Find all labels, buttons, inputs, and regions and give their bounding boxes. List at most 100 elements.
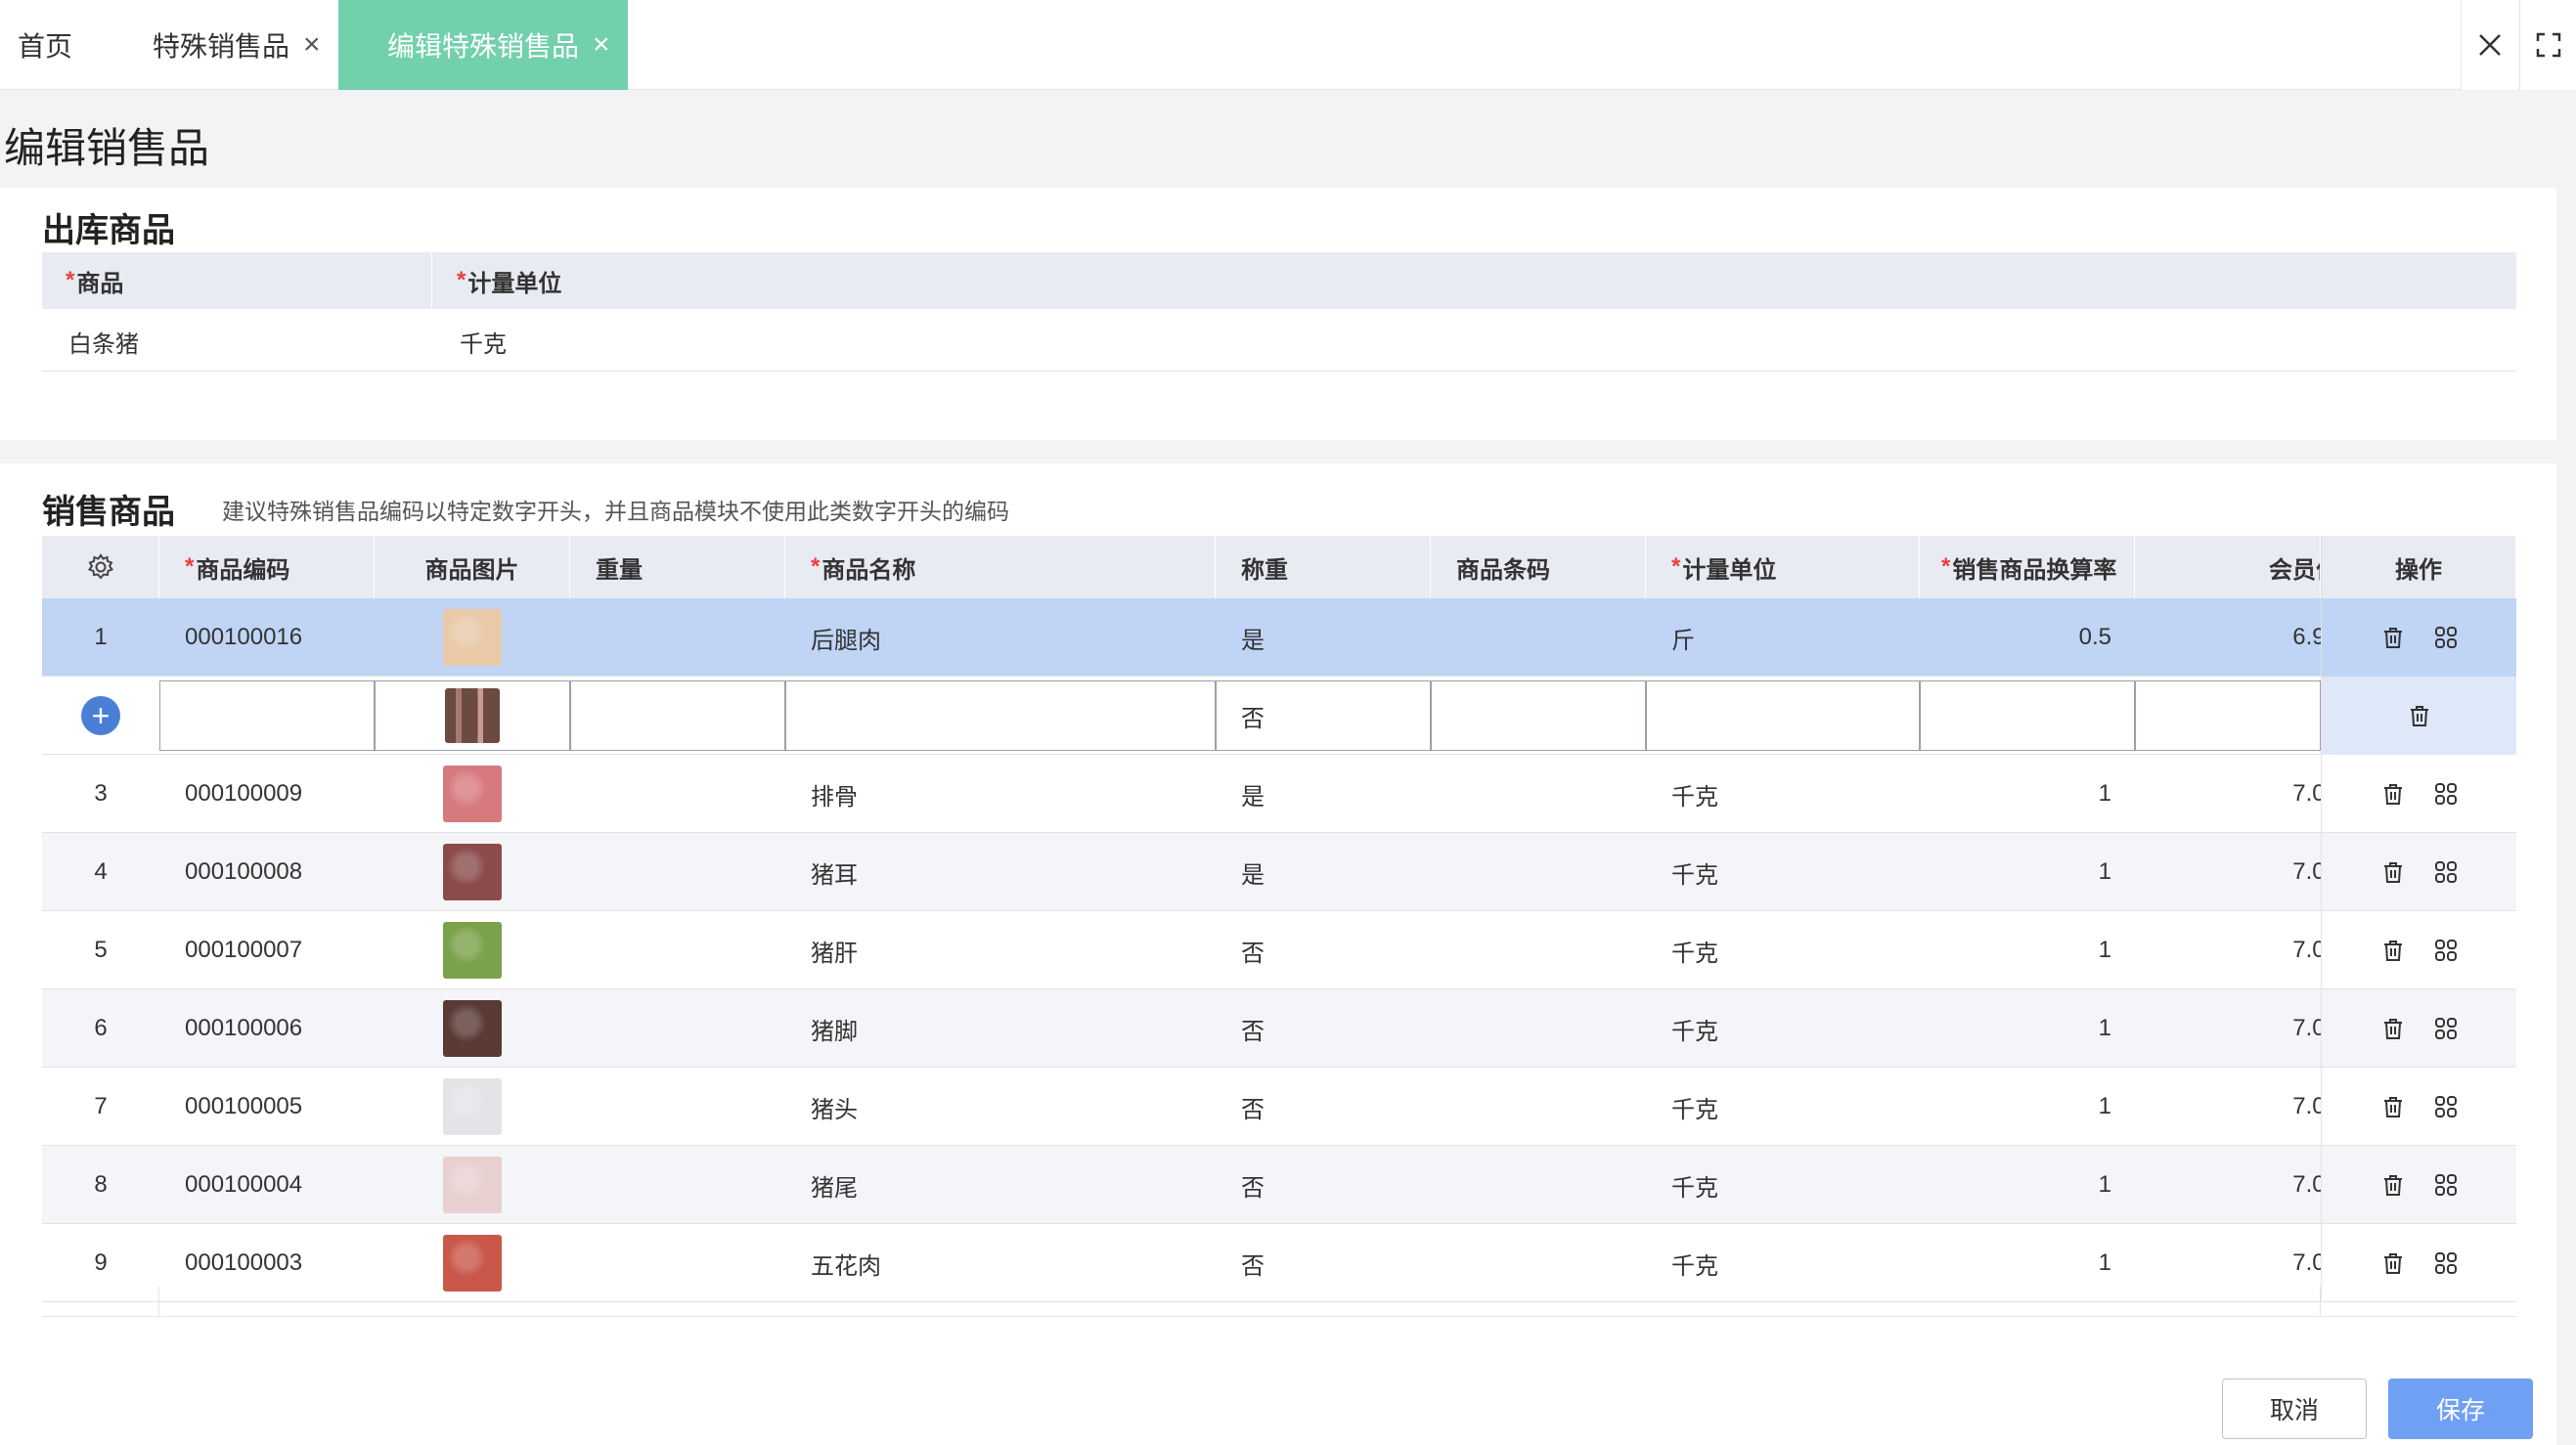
product-image[interactable] — [375, 1146, 570, 1224]
product-image[interactable] — [375, 911, 570, 989]
col-rate: * 销售商品换算率 — [1920, 536, 2135, 598]
col-name: * 商品名称 — [785, 536, 1216, 598]
table-row[interactable]: + 否 — [42, 677, 2516, 755]
fullscreen-icon — [2536, 32, 2560, 58]
edit-cell[interactable] — [785, 680, 1216, 751]
delete-button[interactable] — [2380, 781, 2406, 807]
more-button[interactable] — [2433, 1250, 2459, 1276]
unit-value: 斤 — [1671, 627, 1695, 654]
close-all-tabs-button[interactable] — [2461, 0, 2517, 90]
more-button[interactable] — [2433, 859, 2459, 885]
sales-hint: 建议特殊销售品编码以特定数字开头，并且商品模块不使用此类数字开头的编码 — [222, 499, 1009, 524]
outbound-product: 白条猪 — [68, 330, 139, 358]
delete-button[interactable] — [2380, 859, 2406, 885]
save-button[interactable]: 保存 — [2388, 1379, 2533, 1439]
product-image[interactable] — [375, 989, 570, 1068]
col-code: * 商品编码 — [159, 536, 375, 598]
edit-cell[interactable] — [2135, 680, 2321, 751]
table-row[interactable]: 9 000100003 五花肉 否 千克 1 7.00 — [42, 1224, 2516, 1302]
sales-table-header: * 商品编码 商品图片 重量 * 商品名称 称重 商品条码 * 计量单位 * 销售商品换… — [42, 536, 2516, 598]
weighing-value: 是 — [1241, 861, 1265, 889]
product-image[interactable] — [375, 677, 570, 755]
product-image[interactable] — [375, 1224, 570, 1302]
edit-cell[interactable] — [1431, 680, 1646, 751]
tab-special-sales-label: 特殊销售品 — [153, 31, 290, 62]
trash-icon — [2383, 784, 2402, 805]
tab-special-sales[interactable]: 特殊销售品 × — [153, 0, 321, 90]
table-row[interactable]: 3 000100009 排骨 是 千克 1 7.00 — [42, 755, 2516, 833]
product-image[interactable] — [375, 598, 570, 677]
table-row[interactable]: 6 000100006 猪脚 否 千克 1 7.00 — [42, 989, 2516, 1068]
grid-icon — [2434, 940, 2457, 961]
delete-button[interactable] — [2407, 703, 2432, 728]
more-button[interactable] — [2433, 781, 2459, 807]
more-button[interactable] — [2433, 625, 2459, 650]
rate-value: 1 — [2098, 1093, 2111, 1119]
product-image[interactable] — [375, 833, 570, 911]
edit-cell[interactable] — [1646, 680, 1920, 751]
grid-icon — [2434, 861, 2457, 883]
row-index: 5 — [94, 937, 108, 963]
delete-button[interactable] — [2380, 1172, 2406, 1198]
product-code: 000100007 — [185, 937, 303, 963]
product-image[interactable] — [375, 1068, 570, 1146]
unit-value: 千克 — [1671, 1018, 1718, 1045]
weight-value — [570, 833, 785, 911]
delete-button[interactable] — [2380, 1016, 2406, 1041]
more-button[interactable] — [2433, 1016, 2459, 1041]
barcode-value — [1431, 1224, 1646, 1302]
product-thumbnail — [445, 688, 500, 743]
delete-button[interactable] — [2380, 1250, 2406, 1276]
table-row[interactable]: 7 000100005 猪头 否 千克 1 7.00 — [42, 1068, 2516, 1146]
table-row[interactable]: 1 000100016 后腿肉 是 斤 0.5 6.99 — [42, 598, 2516, 677]
table-row[interactable]: 5 000100007 猪肝 否 千克 1 7.00 — [42, 911, 2516, 989]
edit-cell[interactable] — [159, 680, 375, 751]
more-button[interactable] — [2433, 938, 2459, 963]
barcode-value — [1431, 755, 1646, 833]
table-row[interactable]: 4 000100008 猪耳 是 千克 1 7.00 — [42, 833, 2516, 911]
product-thumbnail — [443, 1078, 502, 1135]
close-icon[interactable]: × — [593, 28, 610, 62]
close-icon[interactable]: × — [303, 28, 321, 62]
col-image: 商品图片 — [375, 536, 570, 598]
column-settings-button[interactable] — [42, 536, 159, 598]
table-footer-line — [42, 1316, 2516, 1317]
more-button[interactable] — [2433, 1094, 2459, 1119]
product-name: 猪尾 — [811, 1174, 858, 1202]
member-price-value: 7.00 — [2292, 1093, 2321, 1119]
delete-button[interactable] — [2380, 938, 2406, 963]
product-thumbnail — [443, 609, 502, 666]
barcode-value — [1431, 911, 1646, 989]
weighing-value: 否 — [1241, 705, 1265, 732]
product-code: 000100008 — [185, 858, 303, 885]
tab-home[interactable]: 首页 — [18, 0, 72, 90]
row-index: 7 — [94, 1093, 108, 1119]
tab-home-label: 首页 — [18, 31, 73, 62]
member-price-value: 7.00 — [2292, 937, 2321, 963]
grid-icon — [2434, 1018, 2457, 1039]
trash-icon — [2383, 1097, 2402, 1117]
product-code: 000100016 — [185, 624, 303, 650]
edit-cell[interactable] — [1920, 680, 2135, 751]
trash-icon — [2410, 706, 2428, 726]
tab-edit-special-sales[interactable]: 编辑特殊销售品 × — [338, 0, 628, 90]
row-index: 6 — [94, 1015, 108, 1041]
product-name: 猪脚 — [811, 1018, 858, 1045]
weight-value — [570, 1224, 785, 1302]
product-image[interactable] — [375, 755, 570, 833]
add-row-button[interactable]: + — [42, 677, 159, 755]
product-thumbnail — [443, 766, 502, 822]
delete-button[interactable] — [2380, 625, 2406, 650]
barcode-value — [1431, 833, 1646, 911]
weight-value — [570, 989, 785, 1068]
table-row[interactable]: 白条猪 千克 — [42, 311, 2516, 372]
delete-button[interactable] — [2380, 1094, 2406, 1119]
more-button[interactable] — [2433, 1172, 2459, 1198]
edit-cell[interactable] — [570, 680, 785, 751]
unit-value: 千克 — [1671, 1174, 1718, 1202]
product-name: 后腿肉 — [811, 627, 881, 654]
table-row[interactable]: 8 000100004 猪尾 否 千克 1 7.00 — [42, 1146, 2516, 1224]
fullscreen-button[interactable] — [2519, 0, 2576, 90]
barcode-value — [1431, 1146, 1646, 1224]
cancel-button[interactable]: 取消 — [2222, 1379, 2367, 1439]
